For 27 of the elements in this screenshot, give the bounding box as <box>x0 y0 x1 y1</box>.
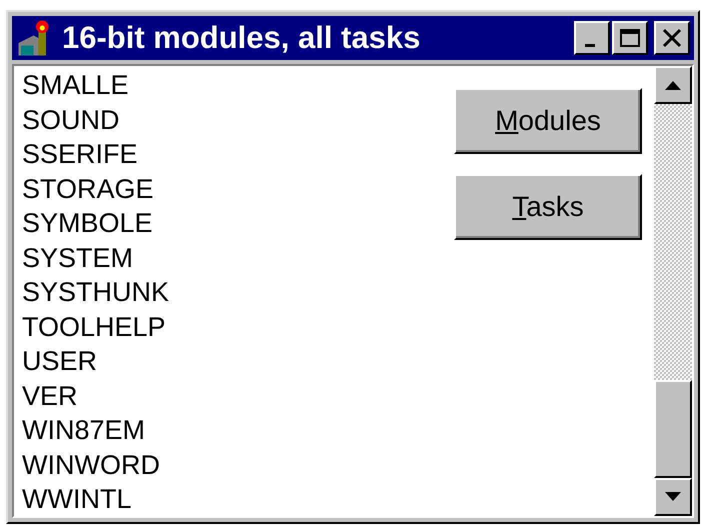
minimize-button[interactable] <box>574 21 610 55</box>
module-item[interactable]: WINWORD <box>22 448 442 482</box>
module-item[interactable]: SSERIFE <box>22 137 442 172</box>
module-item[interactable]: SOUND <box>22 102 442 137</box>
module-item[interactable]: STORAGE <box>22 172 442 206</box>
module-item[interactable]: VER <box>22 378 442 413</box>
module-item[interactable]: WWINTL <box>22 482 442 516</box>
maximize-button[interactable] <box>612 21 648 55</box>
up-arrow-icon <box>663 79 683 91</box>
scroll-up-button[interactable] <box>654 66 692 104</box>
minimize-icon <box>585 44 595 46</box>
window-title: 16-bit modules, all tasks <box>62 20 422 56</box>
module-item[interactable]: SYMBOLE <box>22 206 442 240</box>
module-item[interactable]: SYSTEM <box>22 240 442 275</box>
scroll-down-button[interactable] <box>654 478 692 516</box>
module-item[interactable]: SYSTHUNK <box>22 275 442 310</box>
maximize-icon <box>619 28 641 48</box>
module-item[interactable]: USER <box>22 344 442 378</box>
down-arrow-icon <box>663 491 683 503</box>
close-button[interactable] <box>654 21 690 55</box>
command-button[interactable]: Modules <box>454 88 642 154</box>
module-item[interactable]: SMALLE <box>22 68 442 102</box>
command-button[interactable]: Tasks <box>454 174 642 240</box>
module-item[interactable]: WIN87EM <box>22 413 442 448</box>
module-item[interactable]: TOOLHELP <box>22 310 442 344</box>
close-icon <box>661 28 683 48</box>
scrollbar-thumb[interactable] <box>654 380 692 478</box>
